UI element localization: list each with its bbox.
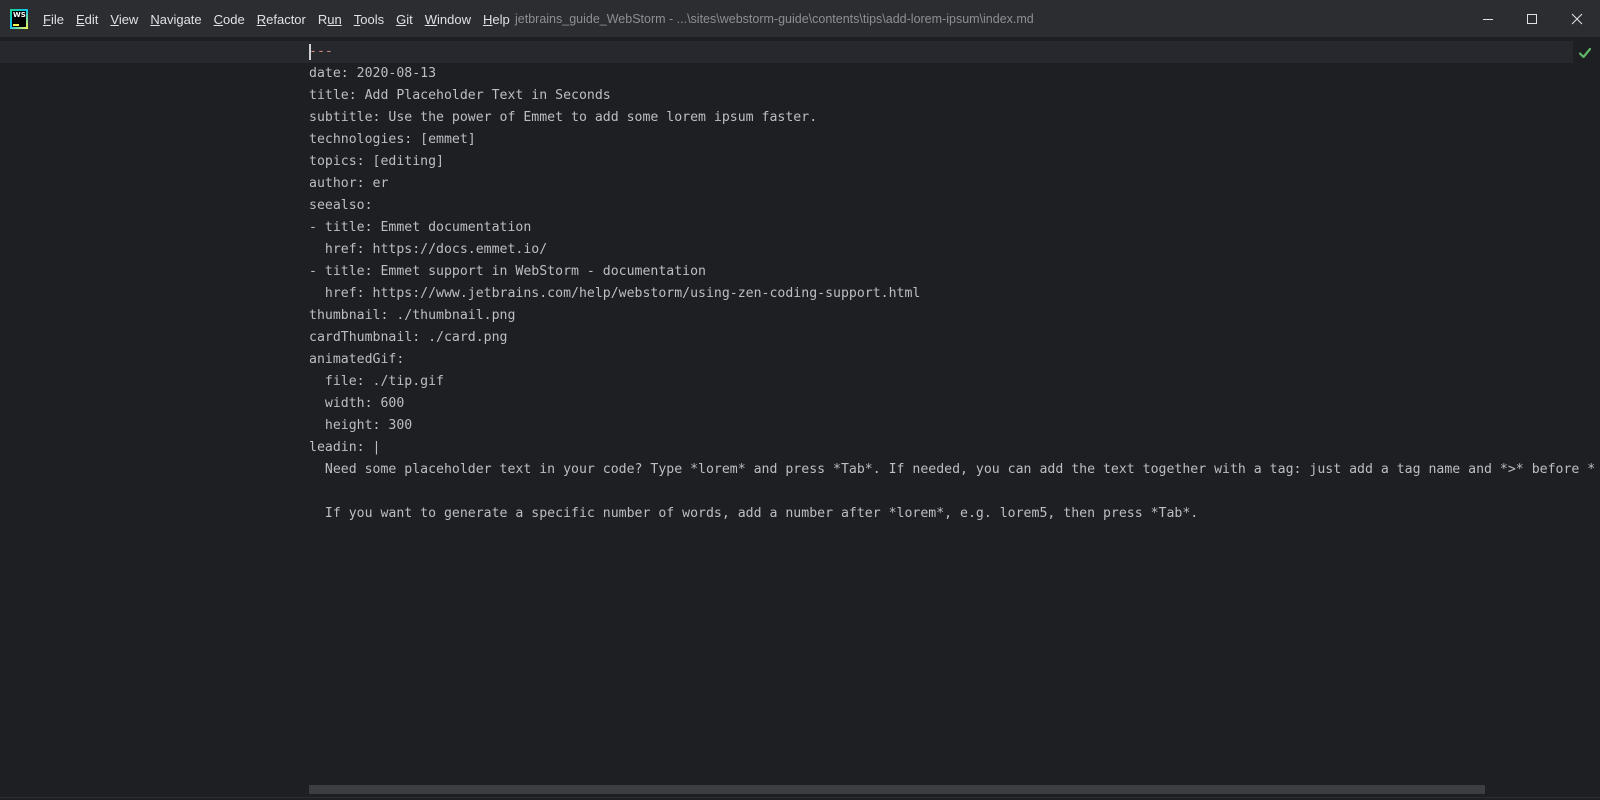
menu-file[interactable]: File [43, 12, 64, 27]
menu-tools[interactable]: Tools [354, 12, 384, 27]
code-line: cardThumbnail: ./card.png [309, 330, 508, 345]
frontmatter-delimiter: --- [309, 44, 333, 59]
code-line: href: https://www.jetbrains.com/help/web… [309, 286, 921, 301]
checkmark-icon[interactable] [1578, 46, 1592, 60]
code-line: thumbnail: ./thumbnail.png [309, 308, 516, 323]
code-line: topics: [editing] [309, 154, 444, 169]
code-line: date: 2020-08-13 [309, 66, 437, 81]
close-icon [1571, 13, 1583, 25]
code-line: animatedGif: [309, 352, 405, 367]
menu-git[interactable]: Git [396, 12, 413, 27]
editor-content[interactable]: --- date: 2020-08-13 title: Add Placehol… [309, 41, 1600, 525]
code-line: subtitle: Use the power of Emmet to add … [309, 110, 818, 125]
menu-navigate[interactable]: Navigate [150, 12, 201, 27]
webstorm-logo-icon[interactable]: WS [10, 9, 28, 29]
code-line: title: Add Placeholder Text in Seconds [309, 88, 611, 103]
title-bar: WS File Edit View Navigate Code Refactor… [0, 0, 1600, 38]
code-line: Need some placeholder text in your code?… [309, 462, 1596, 477]
code-line: height: 300 [309, 418, 413, 433]
code-editor[interactable]: --- date: 2020-08-13 title: Add Placehol… [0, 38, 1600, 800]
code-line: file: ./tip.gif [309, 374, 444, 389]
code-line: If you want to generate a specific numbe… [309, 506, 1199, 521]
window-title: jetbrains_guide_WebStorm - ...\sites\web… [515, 12, 1034, 26]
menu-help[interactable]: Help [483, 12, 510, 27]
code-line: - title: Emmet documentation [309, 220, 532, 235]
menu-refactor[interactable]: Refactor [257, 12, 306, 27]
menu-edit[interactable]: Edit [76, 12, 98, 27]
code-line: author: er [309, 176, 389, 191]
horizontal-scrollbar[interactable] [309, 785, 1485, 794]
menu-code[interactable]: Code [214, 12, 245, 27]
minimize-button[interactable] [1466, 0, 1510, 38]
menu-run[interactable]: Run [318, 12, 342, 27]
maximize-button[interactable] [1510, 0, 1554, 38]
code-line: - title: Emmet support in WebStorm - doc… [309, 264, 706, 279]
code-line: technologies: [emmet] [309, 132, 476, 147]
code-line: href: https://docs.emmet.io/ [309, 242, 548, 257]
minimize-icon [1483, 19, 1493, 20]
menu-window[interactable]: Window [425, 12, 471, 27]
main-menu: File Edit View Navigate Code Refactor Ru… [43, 0, 522, 38]
text-caret [309, 44, 311, 60]
logo-text: WS [13, 11, 26, 19]
code-line: leadin: | [309, 440, 381, 455]
horizontal-scrollbar-thumb[interactable] [309, 785, 1485, 794]
menu-view[interactable]: View [110, 12, 138, 27]
code-line: width: 600 [309, 396, 405, 411]
close-button[interactable] [1555, 0, 1599, 38]
editor-bottom-divider [0, 797, 1600, 798]
code-line: seealso: [309, 198, 373, 213]
maximize-icon [1527, 14, 1537, 24]
